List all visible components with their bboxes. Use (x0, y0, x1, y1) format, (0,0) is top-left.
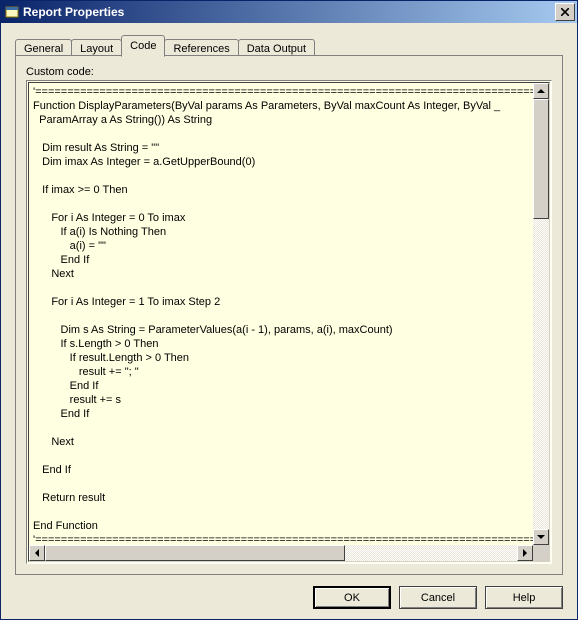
dialog-button-row: OK Cancel Help (313, 586, 563, 609)
vertical-scrollbar[interactable] (533, 83, 549, 545)
custom-code-label: Custom code: (26, 66, 552, 78)
ok-button[interactable]: OK (313, 586, 391, 609)
scroll-left-button[interactable] (29, 545, 45, 561)
scroll-thumb-vertical[interactable] (533, 99, 549, 219)
code-text[interactable]: '=======================================… (29, 83, 533, 545)
cancel-button[interactable]: Cancel (399, 586, 477, 609)
scroll-thumb-horizontal[interactable] (45, 545, 345, 561)
window-title: Report Properties (23, 5, 555, 19)
scroll-up-button[interactable] (533, 83, 549, 99)
help-button[interactable]: Help (485, 586, 563, 609)
scrollbar-corner (533, 545, 549, 561)
tab-panel-code: Custom code: '==========================… (15, 55, 563, 575)
title-bar: Report Properties (1, 1, 577, 23)
scroll-track-horizontal[interactable] (45, 545, 517, 561)
code-viewport[interactable]: '=======================================… (29, 83, 533, 545)
client-area: General Layout Code References Data Outp… (1, 23, 577, 619)
scroll-right-button[interactable] (517, 545, 533, 561)
scroll-down-button[interactable] (533, 529, 549, 545)
app-icon (5, 5, 19, 19)
close-button[interactable] (555, 3, 575, 21)
horizontal-scrollbar[interactable] (29, 545, 533, 561)
tab-strip: General Layout Code References Data Outp… (15, 35, 315, 57)
scroll-track-vertical[interactable] (533, 99, 549, 529)
custom-code-editor[interactable]: '=======================================… (26, 80, 552, 564)
tab-code[interactable]: Code (121, 35, 165, 57)
dialog-window: Report Properties General Layout Code Re… (0, 0, 578, 620)
